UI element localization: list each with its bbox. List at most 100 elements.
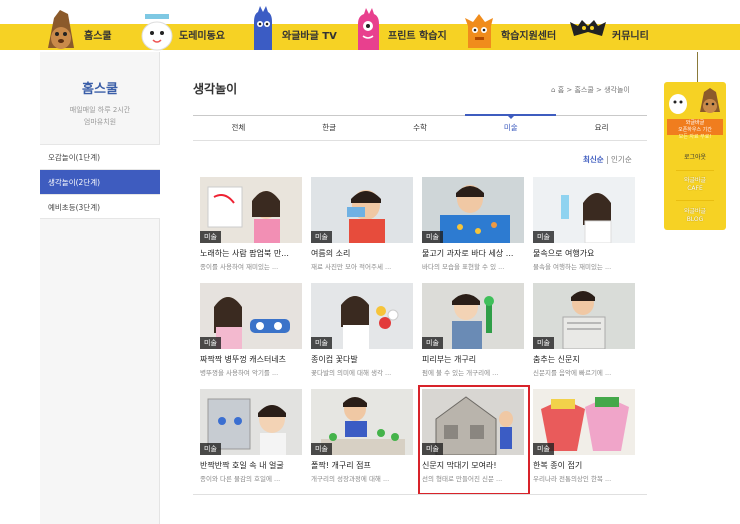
activity-thumbnail[interactable]: 미술 (311, 283, 413, 349)
banner-line-2: 오픈하우스 기간 (678, 127, 712, 133)
logout-link[interactable]: 로그아웃 (664, 154, 726, 162)
breadcrumb: ⌂ 홈 > 홈스쿨 > 생각놀이 (551, 85, 630, 95)
activity-thumbnail[interactable]: 미술 (422, 283, 524, 349)
activity-title[interactable]: 노래하는 사람 팝업북 만... (200, 248, 302, 259)
activity-card[interactable]: 미술 반짝반짝 호일 속 내 얼굴 종이와 다른 물감의 호일에 ... (200, 389, 302, 483)
activity-thumbnail[interactable]: 미술 (200, 283, 302, 349)
activity-thumbnail[interactable]: 미술 (200, 389, 302, 455)
activity-title[interactable]: 여름의 소리 (311, 248, 413, 259)
home-icon[interactable]: ⌂ (551, 86, 555, 94)
tab-all[interactable]: 전체 (193, 116, 284, 140)
panel-string (697, 52, 698, 82)
activity-thumbnail[interactable]: 미술 (200, 177, 302, 243)
activity-title[interactable]: 짜짝짝 병뚜껑 캐스터네츠 (200, 354, 302, 365)
activity-title[interactable]: 물속으로 여행가요 (533, 248, 635, 259)
activity-desc: 우리나라 전통의상인 한복 ... (533, 475, 612, 483)
activity-card[interactable]: 미술 짜짝짝 병뚜껑 캐스터네츠 병뚜껑을 사용하여 악기를 ... (200, 283, 302, 377)
breadcrumb-text[interactable]: 홈 > 홈스쿨 > 생각놀이 (558, 86, 630, 94)
divider (676, 170, 714, 171)
tab-cooking[interactable]: 요리 (556, 116, 647, 140)
activity-title[interactable]: 반짝반짝 호일 속 내 얼굴 (200, 460, 302, 471)
activity-thumbnail[interactable]: 미술 (533, 389, 635, 455)
activity-desc: 개구리의 성장과정에 대해 ... (311, 475, 390, 483)
activity-title[interactable]: 한복 종이 접기 (533, 460, 635, 471)
category-tag: 미술 (422, 337, 443, 349)
activity-card[interactable]: 미술 춤추는 신문지 신문지를 음악에 빠르기에 ... (533, 283, 635, 377)
top-nav: 홈스쿨 도레미동요 와글바글 TV 프린트 학습지 학습지원센터 커뮤니티 (0, 0, 740, 52)
sidebar-subtitle-line-1: 매일매일 하루 2시간 (69, 106, 131, 114)
nav-item-homeschool[interactable]: 홈스쿨 (40, 0, 112, 52)
cafe-label-1: 와글바글 (683, 177, 707, 184)
tab-art[interactable]: 미술 (465, 114, 556, 140)
nav-item-tv[interactable]: 와글바글 TV (248, 0, 337, 52)
activity-thumbnail[interactable]: 미술 (422, 389, 524, 455)
cafe-label-2: CAFE (687, 185, 703, 192)
sort-popular[interactable]: 인기순 (611, 155, 632, 164)
nav-item-doremi[interactable]: 도레미동요 (135, 0, 225, 52)
blog-label-2: BLOG (686, 216, 704, 223)
cafe-link[interactable]: 와글바글 CAFE (664, 177, 726, 193)
category-tag: 미술 (422, 231, 443, 243)
activity-card[interactable]: 미술 물속으로 여행가요 물속을 여행하는 재미있는 ... (533, 177, 635, 271)
nav-label: 프린트 학습지 (388, 31, 447, 42)
category-tag: 미술 (200, 231, 221, 243)
activity-desc: 꽃다발의 의미에 대해 생각 ... (311, 369, 392, 377)
activity-thumbnail[interactable]: 미술 (311, 177, 413, 243)
activity-card[interactable]: 미술 피리부는 개구리 펌에 불 수 있는 개구리에 ... (422, 283, 524, 377)
divider (676, 200, 714, 201)
banner-line-3: 모든 자료 무료! (678, 134, 712, 140)
activity-desc: 바다의 모습을 표현할 수 있 ... (422, 263, 505, 271)
banner-line-1: 와글바글 (685, 120, 705, 126)
mascot-icon (664, 82, 726, 118)
nav-label: 학습지원센터 (501, 31, 557, 42)
sort-options: 최신순 | 인기순 (583, 154, 632, 165)
sort-latest[interactable]: 최신순 (583, 155, 604, 164)
nav-label: 홈스쿨 (84, 31, 112, 42)
nav-label: 와글바글 TV (282, 31, 337, 42)
blog-label-1: 와글바글 (683, 208, 707, 215)
nav-item-support[interactable]: 학습지원센터 (463, 0, 556, 52)
sidebar-menu: 오감놀이(1단계) 생각놀이(2단계) 예비초등(3단계) (40, 144, 160, 219)
activity-card[interactable]: 미술 폴짝! 개구리 점프 개구리의 성장과정에 대해 ... (311, 389, 413, 483)
category-tag: 미술 (311, 337, 332, 349)
category-tag: 미술 (311, 443, 332, 455)
tab-korean[interactable]: 한글 (284, 116, 375, 140)
activity-title[interactable]: 춤추는 신문지 (533, 354, 635, 365)
activity-desc: 펌에 불 수 있는 개구리에 ... (422, 369, 499, 377)
sidebar-item-stage1[interactable]: 오감놀이(1단계) (40, 144, 160, 169)
activity-thumbnail[interactable]: 미술 (533, 177, 635, 243)
openhouse-banner[interactable]: 와글바글 오픈하우스 기간 모든 자료 무료! (667, 119, 723, 140)
activity-desc: 신문지를 음악에 빠르기에 ... (533, 369, 612, 377)
tab-math[interactable]: 수학 (375, 116, 466, 140)
activity-card[interactable]: 미술 물고기 과자로 바다 세상 ... 바다의 모습을 표현할 수 있 ... (422, 177, 524, 271)
nav-item-print[interactable]: 프린트 학습지 (352, 0, 447, 52)
category-tag: 미술 (422, 443, 443, 455)
activity-thumbnail[interactable]: 미술 (422, 177, 524, 243)
sidebar-subtitle-line-2: 엄마유치원 (83, 118, 117, 126)
activity-title[interactable]: 폴짝! 개구리 점프 (311, 460, 413, 471)
activity-card[interactable]: 미술 한복 종이 접기 우리나라 전통의상인 한복 ... (533, 389, 635, 483)
hedgehog-mascot-icon (40, 4, 80, 52)
category-tag: 미술 (533, 337, 554, 349)
category-tag: 미술 (533, 443, 554, 455)
activity-thumbnail[interactable]: 미술 (311, 389, 413, 455)
nav-item-community[interactable]: 커뮤니티 (568, 0, 649, 52)
sidebar-item-stage2[interactable]: 생각놀이(2단계) (40, 169, 160, 194)
pink-monster-icon (352, 4, 384, 52)
activity-card[interactable]: 미술 여름의 소리 재료 사진만 모아 적어주세 ... (311, 177, 413, 271)
activity-card-selected[interactable]: 미술 신문지 막대기 모여라! 선의 형태로 만들어진 신문 ... (418, 385, 530, 495)
category-tag: 미술 (533, 231, 554, 243)
activity-thumbnail[interactable]: 미술 (533, 283, 635, 349)
cloud-mascot-icon (135, 4, 175, 52)
activity-title[interactable]: 신문지 막대기 모여라! (422, 460, 524, 471)
activity-card[interactable]: 미술 노래하는 사람 팝업북 만... 종이를 사용하여 재미있는 ... (200, 177, 302, 271)
activity-card[interactable]: 미술 종이컵 꽃다발 꽃다발의 의미에 대해 생각 ... (311, 283, 413, 377)
nav-label: 도레미동요 (179, 31, 225, 42)
activity-title[interactable]: 피리부는 개구리 (422, 354, 524, 365)
quick-menu: 와글바글 오픈하우스 기간 모든 자료 무료! 로그아웃 와글바글 CAFE 와… (664, 82, 726, 230)
sidebar-item-stage3[interactable]: 예비초등(3단계) (40, 194, 160, 219)
activity-title[interactable]: 물고기 과자로 바다 세상 ... (422, 248, 524, 259)
bat-mascot-icon (568, 4, 608, 52)
blog-link[interactable]: 와글바글 BLOG (664, 208, 726, 224)
activity-title[interactable]: 종이컵 꽃다발 (311, 354, 413, 365)
